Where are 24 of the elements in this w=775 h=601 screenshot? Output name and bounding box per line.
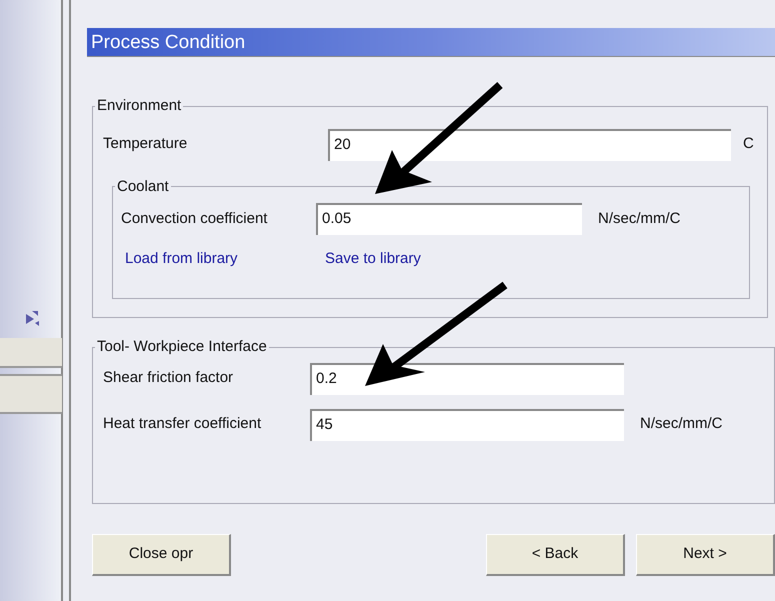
input-field[interactable]: 45 (310, 408, 624, 440)
field-label: Temperature (103, 134, 188, 154)
field-label: Shear friction factor (103, 368, 234, 388)
group-label: Environment (96, 96, 182, 116)
group-label: Tool- Workpiece Interface (96, 337, 268, 357)
back-button[interactable]: < Back (486, 534, 625, 576)
unit-label: N/sec/mm/C (640, 414, 722, 434)
transform-icon[interactable] (26, 311, 40, 327)
side-tab[interactable] (0, 338, 62, 368)
close-button[interactable]: Close opr (92, 534, 231, 576)
panel-title: Process Condition (87, 28, 775, 57)
unit-label: C (743, 134, 754, 154)
unit-label: N/sec/mm/C (598, 208, 680, 229)
next-button[interactable]: Next > (636, 534, 775, 576)
field-label: Convection coefficient (121, 208, 268, 229)
input-field[interactable]: 20 (328, 128, 731, 160)
library-link[interactable]: Load from library (125, 248, 325, 270)
input-field[interactable]: 0.05 (316, 203, 582, 235)
side-tab[interactable] (0, 374, 62, 414)
field-label: Heat transfer coefficient (103, 414, 262, 434)
group-label: Coolant (116, 176, 170, 196)
splitter-bar[interactable] (61, 0, 71, 601)
input-field[interactable]: 0.2 (310, 362, 624, 394)
library-link[interactable]: Save to library (325, 248, 421, 270)
